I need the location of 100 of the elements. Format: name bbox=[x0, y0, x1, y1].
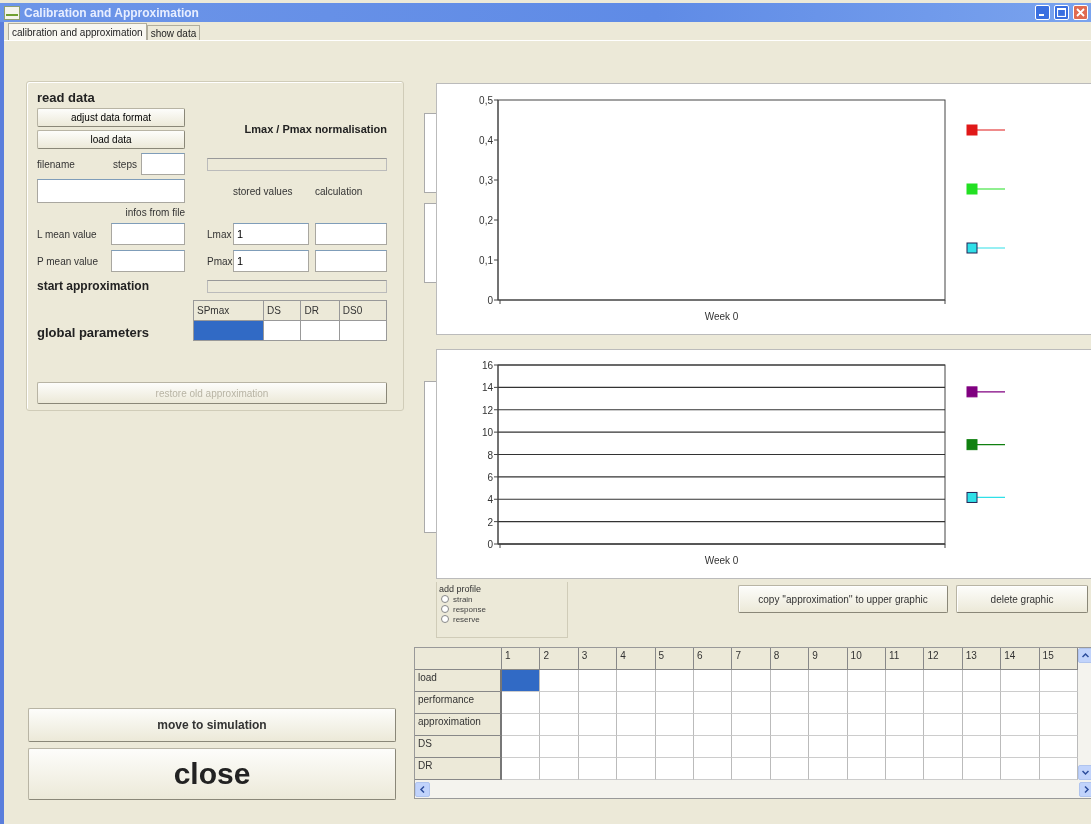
table-cell[interactable] bbox=[770, 736, 810, 758]
table-cell[interactable] bbox=[655, 714, 694, 736]
radio-button[interactable] bbox=[441, 595, 449, 603]
table-cell[interactable] bbox=[809, 758, 848, 780]
table-cell[interactable] bbox=[732, 714, 771, 736]
table-cell[interactable] bbox=[809, 714, 848, 736]
table-cell[interactable] bbox=[886, 692, 925, 714]
table-cell[interactable] bbox=[924, 714, 963, 736]
table-cell[interactable] bbox=[924, 670, 963, 692]
delete-button[interactable]: delete graphic bbox=[956, 585, 1088, 613]
table-cell[interactable] bbox=[502, 714, 541, 736]
close-button[interactable]: close bbox=[28, 748, 396, 800]
table-cell[interactable] bbox=[578, 670, 618, 692]
table-cell[interactable] bbox=[502, 670, 541, 692]
table-cell[interactable] bbox=[809, 692, 848, 714]
table-cell[interactable] bbox=[502, 736, 541, 758]
table-cell[interactable] bbox=[655, 758, 694, 780]
text-field[interactable] bbox=[315, 250, 387, 272]
table-cell[interactable] bbox=[617, 692, 656, 714]
table-cell[interactable] bbox=[502, 758, 541, 780]
radio-option[interactable]: reserve bbox=[439, 614, 567, 624]
copy-button[interactable]: copy ''approximation'' to upper graphic bbox=[738, 585, 948, 613]
table-cell[interactable] bbox=[962, 758, 1002, 780]
filename-field[interactable] bbox=[37, 179, 185, 203]
scroll-left-button[interactable] bbox=[415, 781, 430, 797]
table-cell[interactable] bbox=[809, 736, 848, 758]
table-cell[interactable] bbox=[732, 758, 771, 780]
horizontal-scrollbar[interactable] bbox=[415, 780, 1091, 798]
tab[interactable]: show data bbox=[146, 25, 201, 40]
table-cell[interactable] bbox=[886, 670, 925, 692]
adjust-format-button[interactable]: adjust data format bbox=[37, 108, 185, 127]
table-cell[interactable] bbox=[502, 692, 541, 714]
table-cell[interactable] bbox=[732, 736, 771, 758]
table-cell[interactable] bbox=[578, 692, 618, 714]
maximize-button[interactable] bbox=[1054, 5, 1069, 20]
radio-option[interactable]: response bbox=[439, 604, 567, 614]
table-cell[interactable] bbox=[770, 714, 810, 736]
table-cell[interactable] bbox=[1001, 692, 1040, 714]
table-cell[interactable] bbox=[617, 758, 656, 780]
table-cell[interactable] bbox=[1001, 736, 1040, 758]
table-cell[interactable] bbox=[962, 670, 1002, 692]
radio-option[interactable]: strain bbox=[439, 594, 567, 604]
table-cell[interactable] bbox=[847, 714, 886, 736]
table-cell[interactable] bbox=[540, 692, 579, 714]
table-cell[interactable] bbox=[540, 758, 579, 780]
move-to-simulation-button[interactable]: move to simulation bbox=[28, 708, 396, 742]
table-cell[interactable] bbox=[924, 692, 963, 714]
table-cell[interactable] bbox=[193, 320, 264, 341]
table-cell[interactable] bbox=[694, 714, 733, 736]
text-field[interactable] bbox=[111, 223, 185, 245]
table-cell[interactable] bbox=[617, 736, 656, 758]
table-cell[interactable] bbox=[809, 670, 848, 692]
text-field[interactable] bbox=[315, 223, 387, 245]
table-cell[interactable] bbox=[1039, 692, 1078, 714]
table-cell[interactable] bbox=[655, 670, 694, 692]
table-cell[interactable] bbox=[886, 758, 925, 780]
text-field[interactable]: 1 bbox=[233, 250, 309, 272]
table-cell[interactable] bbox=[847, 692, 886, 714]
table-cell[interactable] bbox=[655, 736, 694, 758]
table-cell[interactable] bbox=[924, 736, 963, 758]
table-cell[interactable] bbox=[924, 758, 963, 780]
table-cell[interactable] bbox=[886, 736, 925, 758]
table-cell[interactable] bbox=[694, 736, 733, 758]
table-cell[interactable] bbox=[617, 670, 656, 692]
table-cell[interactable] bbox=[694, 692, 733, 714]
steps-field[interactable] bbox=[141, 153, 185, 175]
scroll-right-button[interactable] bbox=[1079, 781, 1091, 797]
table-cell[interactable] bbox=[732, 670, 771, 692]
table-cell[interactable] bbox=[770, 670, 810, 692]
table-cell[interactable] bbox=[962, 714, 1002, 736]
table-cell[interactable] bbox=[1001, 758, 1040, 780]
vertical-scrollbar[interactable] bbox=[1078, 648, 1091, 780]
text-field[interactable] bbox=[111, 250, 185, 272]
table-cell[interactable] bbox=[847, 736, 886, 758]
table-cell[interactable] bbox=[770, 758, 810, 780]
table-cell[interactable] bbox=[770, 692, 810, 714]
radio-button[interactable] bbox=[441, 605, 449, 613]
close-button[interactable] bbox=[1073, 5, 1088, 20]
table-cell[interactable] bbox=[847, 758, 886, 780]
table-cell[interactable] bbox=[540, 736, 579, 758]
table-cell[interactable] bbox=[540, 714, 579, 736]
load-data-button[interactable]: load data bbox=[37, 129, 185, 149]
table-cell[interactable] bbox=[1039, 714, 1078, 736]
table-cell[interactable] bbox=[578, 736, 618, 758]
radio-button[interactable] bbox=[441, 615, 449, 623]
table-cell[interactable] bbox=[962, 692, 1002, 714]
table-cell[interactable] bbox=[578, 758, 618, 780]
table-cell[interactable] bbox=[1039, 758, 1078, 780]
table-cell[interactable] bbox=[886, 714, 925, 736]
table-cell[interactable] bbox=[962, 736, 1002, 758]
table-cell[interactable] bbox=[732, 692, 771, 714]
table-cell[interactable] bbox=[1001, 714, 1040, 736]
table-cell[interactable] bbox=[694, 758, 733, 780]
table-cell[interactable] bbox=[847, 670, 886, 692]
table-cell[interactable] bbox=[1039, 670, 1078, 692]
table-cell[interactable] bbox=[655, 692, 694, 714]
text-field[interactable]: 1 bbox=[233, 223, 309, 245]
table-cell[interactable] bbox=[1001, 670, 1040, 692]
minimize-button[interactable] bbox=[1035, 5, 1050, 20]
table-cell[interactable] bbox=[694, 670, 733, 692]
